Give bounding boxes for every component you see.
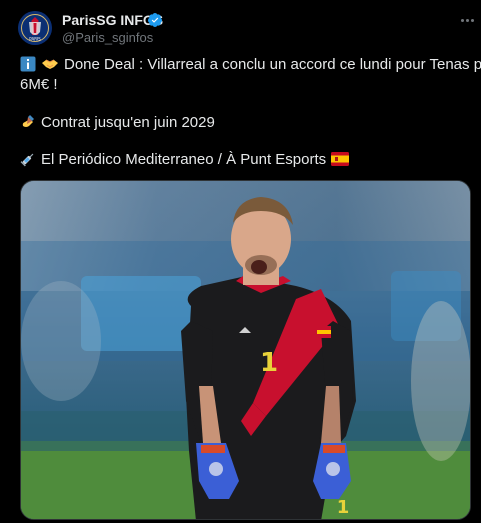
more-options-icon[interactable] [458, 11, 476, 29]
jersey-number: 1 [260, 348, 278, 378]
goalkeeper-photo: 1 1 [21, 181, 470, 519]
tweet-line-1-text: Done Deal : Villarreal a conclu un accor… [64, 56, 481, 73]
info-icon [20, 56, 36, 72]
psg-crest-icon[interactable]: PARIS [18, 11, 52, 45]
tweet-line-3: Contrat jusqu'en juin 2029 [20, 113, 215, 133]
spain-flag-icon [331, 152, 350, 166]
handshake-icon [42, 59, 58, 69]
syringe-icon [20, 153, 34, 167]
svg-text:1: 1 [337, 497, 350, 518]
tweet: PARIS ParisSG INFOS @Paris_sginfos Done … [0, 0, 481, 523]
tweet-line-1: Done Deal : Villarreal a conclu un accor… [20, 55, 481, 75]
tweet-line-2: 6M€ ! [20, 76, 58, 93]
writing-hand-icon [22, 115, 34, 127]
tweet-line-4: El Periódico Mediterraneo / À Punt Espor… [20, 150, 350, 170]
tweet-media-photo[interactable]: 1 1 [20, 180, 471, 520]
verified-badge-icon [147, 13, 162, 27]
tweet-line-3-text: Contrat jusqu'en juin 2029 [41, 114, 215, 131]
author-handle[interactable]: @Paris_sginfos [62, 30, 153, 45]
svg-text:PARIS: PARIS [29, 37, 41, 42]
tweet-line-4-text: El Periódico Mediterraneo / À Punt Espor… [41, 151, 327, 168]
